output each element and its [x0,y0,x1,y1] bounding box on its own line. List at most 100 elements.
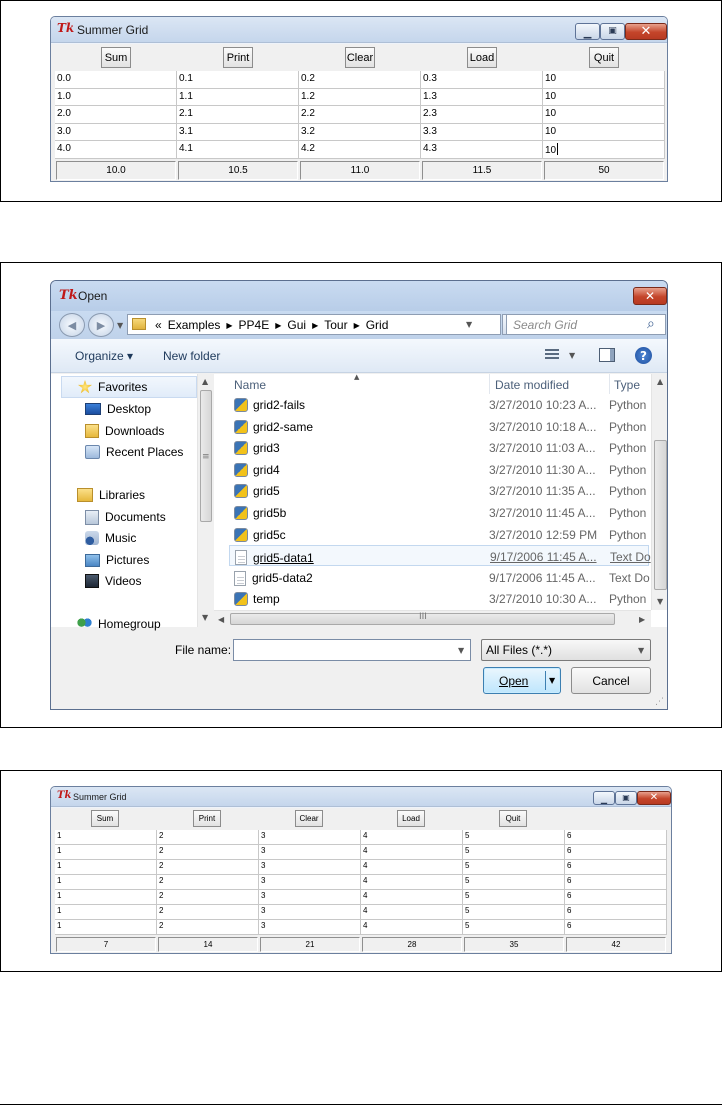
open-options-arrow-icon[interactable]: ▼ [549,677,555,685]
close-button[interactable]: ✕ [633,287,667,305]
address-bar[interactable]: «Examples ▶ PP4E ▶ Gui ▶ Tour ▶ Grid ▼ [127,314,501,335]
resize-grip-icon[interactable]: ⋰ [655,697,664,707]
grid-cell[interactable]: 6 [565,920,667,935]
grid-cell[interactable]: 2 [157,875,259,890]
grid-cell[interactable]: 6 [565,890,667,905]
grid-cell[interactable]: 3.0 [55,123,177,142]
scroll-thumb[interactable] [654,440,667,590]
title-bar[interactable]: Tk Summer Grid ▁ ▣ ✕ [51,17,667,43]
print-button[interactable]: Print [193,810,221,827]
grid-cell[interactable]: 5 [463,860,565,875]
nav-item-libraries[interactable]: Libraries [51,484,197,506]
grid-cell[interactable]: 3 [259,875,361,890]
scroll-right-icon[interactable]: ▶ [639,616,645,624]
grid-cell[interactable]: 2.3 [421,106,543,124]
grid-cell[interactable]: 4 [361,890,463,905]
grid-cell[interactable]: 1 [55,830,157,845]
column-date-modified[interactable]: Date modified [495,378,569,392]
scroll-down-icon[interactable]: ▼ [202,614,208,622]
dialog-title-bar[interactable]: Tk Open ✕ [51,281,667,311]
load-button[interactable]: Load [397,810,425,827]
breadcrumb-item[interactable]: Tour [321,318,350,332]
views-dropdown-icon[interactable]: ▼ [569,352,575,360]
nav-item-videos[interactable]: Videos [51,570,197,592]
grid-cell[interactable]: 4 [361,920,463,935]
help-icon[interactable]: ? [635,347,652,364]
quit-button[interactable]: Quit [499,810,527,827]
maximize-button[interactable]: ▣ [615,791,637,805]
dropdown-arrow-icon[interactable]: ▼ [638,647,644,655]
grid-cell[interactable]: 4.3 [421,141,543,159]
grid-cell[interactable]: 6 [565,845,667,860]
nav-item-documents[interactable]: Documents [51,506,197,528]
breadcrumb-item[interactable]: « [152,318,165,332]
grid-cell[interactable]: 2 [157,920,259,935]
file-row[interactable]: grid5b 3/27/2010 11:45 A... Python [229,502,649,523]
grid-cell[interactable]: 1 [55,875,157,890]
grid-cell[interactable]: 4.2 [299,141,421,159]
file-row[interactable]: grid5 3/27/2010 11:35 A... Python [229,480,649,501]
grid-cell[interactable]: 0.3 [421,71,543,89]
preview-pane-icon[interactable] [599,348,615,362]
clear-button[interactable]: Clear [345,47,375,68]
organize-menu[interactable]: Organize ▾ [75,349,133,363]
grid-cell[interactable]: 10 [543,141,665,159]
nav-scrollbar[interactable]: ▲ ≡ ▼ [197,374,213,627]
grid-cell[interactable]: 3.2 [299,123,421,142]
dropdown-arrow-icon[interactable]: ▼ [458,647,464,655]
breadcrumb-arrow-icon[interactable]: ▶ [223,321,235,330]
grid-cell[interactable]: 2 [157,830,259,845]
clear-button[interactable]: Clear [295,810,323,827]
grid-cell[interactable]: 6 [565,860,667,875]
scroll-down-icon[interactable]: ▼ [657,598,663,606]
sum-button[interactable]: Sum [91,810,119,827]
grid-cell[interactable]: 5 [463,845,565,860]
grid-cell[interactable]: 1 [55,890,157,905]
grid-cell[interactable]: 3 [259,905,361,920]
file-row[interactable]: grid5c 3/27/2010 12:59 PM Python [229,524,649,545]
grid-cell[interactable]: 0.1 [177,71,299,89]
minimize-button[interactable]: ▁ [575,23,600,40]
column-type[interactable]: Type [614,378,640,392]
breadcrumb-item[interactable]: PP4E [236,318,273,332]
grid-cell[interactable]: 4 [361,905,463,920]
back-button[interactable]: ◀ [59,313,85,337]
grid-cell[interactable]: 3 [259,860,361,875]
search-box[interactable]: Search Grid ⌕ [506,314,666,335]
grid-cell[interactable]: 2 [157,860,259,875]
grid-cell[interactable]: 1.3 [421,88,543,107]
grid-cell[interactable]: 1 [55,905,157,920]
maximize-button[interactable]: ▣ [600,23,625,40]
cancel-button[interactable]: Cancel [571,667,651,694]
grid-cell[interactable]: 1 [55,920,157,935]
grid-cell[interactable]: 1.0 [55,88,177,107]
file-row[interactable]: grid4 3/27/2010 11:30 A... Python [229,459,649,480]
grid-cell[interactable]: 2 [157,905,259,920]
file-row[interactable]: grid5-data2 9/17/2006 11:45 A... Text Do [229,567,650,588]
sum-button[interactable]: Sum [101,47,131,68]
file-list-vertical-scrollbar[interactable]: ▲ ▼ [651,374,667,610]
quit-button[interactable]: Quit [589,47,619,68]
title-bar[interactable]: Tk Summer Grid ▁ ▣ ✕ [51,787,671,807]
scroll-up-icon[interactable]: ▲ [657,378,663,386]
grid-cell[interactable]: 3 [259,890,361,905]
column-name[interactable]: Name [234,378,266,392]
file-row[interactable]: grid2-fails 3/27/2010 10:23 A... Python [229,394,649,415]
grid-cell[interactable]: 1.1 [177,88,299,107]
file-type-filter[interactable]: All Files (*.*) ▼ [481,639,651,661]
new-folder-button[interactable]: New folder [163,349,220,363]
grid-cell[interactable]: 3.1 [177,123,299,142]
breadcrumb-arrow-icon[interactable]: ▶ [309,321,321,330]
nav-item-pictures[interactable]: Pictures [51,549,197,571]
grid-cell[interactable]: 4.0 [55,141,177,159]
breadcrumb-item[interactable]: Gui [284,318,309,332]
grid-cell[interactable]: 2.1 [177,106,299,124]
close-button[interactable]: ✕ [625,23,667,40]
address-dropdown-icon[interactable]: ▼ [466,321,472,329]
grid-cell[interactable]: 2.2 [299,106,421,124]
grid-cell[interactable]: 1 [55,845,157,860]
grid-cell[interactable]: 5 [463,905,565,920]
breadcrumb-item[interactable]: Examples [165,318,224,332]
grid-cell[interactable]: 0.2 [299,71,421,89]
nav-item-desktop[interactable]: Desktop [51,398,197,420]
